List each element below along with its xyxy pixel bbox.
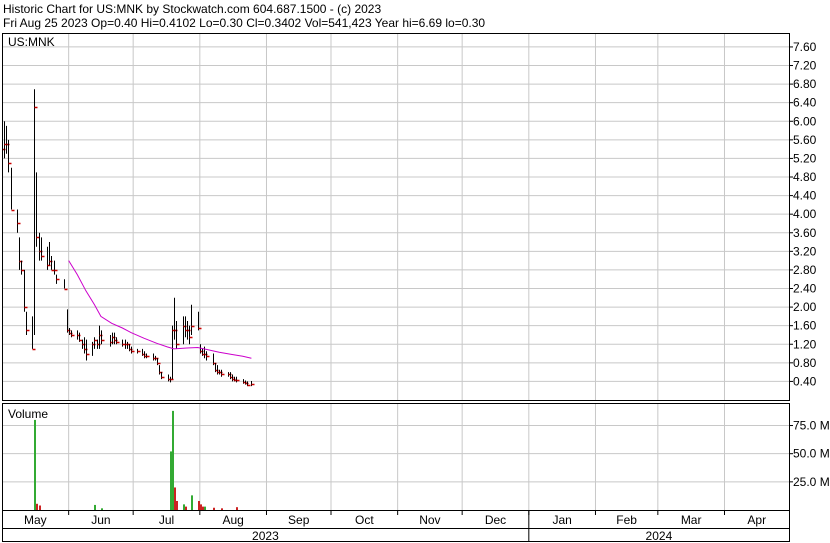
price-bars: [2, 89, 255, 387]
volume-tick-label: 75.0 M: [793, 419, 830, 433]
x-month-label: Nov: [419, 513, 440, 527]
volume-bar: [39, 505, 41, 510]
y-tick-label: 5.20: [793, 151, 817, 165]
y-tick-label: 2.40: [793, 282, 817, 296]
y-tick-label: 0.80: [793, 356, 817, 370]
x-month-label: Dec: [485, 513, 506, 527]
volume-bar: [204, 506, 206, 510]
volume-tick-label: 50.0 M: [793, 447, 830, 461]
y-tick-label: 4.80: [793, 170, 817, 184]
volume-panel-frame: [2, 403, 790, 511]
volume-bar: [172, 410, 174, 510]
volume-bar: [202, 506, 204, 510]
y-tick-label: 3.60: [793, 226, 817, 240]
x-year-label: 2024: [646, 529, 673, 543]
y-tick-label: 4.40: [793, 189, 817, 203]
volume-bar: [198, 500, 200, 510]
price-panel-title: US:MNK: [8, 35, 55, 49]
volume-bar: [174, 487, 176, 510]
volume-bar: [213, 507, 215, 510]
moving-average-line: [68, 260, 252, 359]
y-tick-label: 1.60: [793, 319, 817, 333]
volume-bar: [176, 500, 178, 510]
volume-bar: [94, 504, 96, 510]
volume-bar: [221, 508, 223, 510]
x-month-label: Apr: [747, 513, 766, 527]
y-tick-label: 0.40: [793, 374, 817, 388]
y-tick-label: 6.80: [793, 77, 817, 91]
x-month-label: Jan: [552, 513, 571, 527]
volume-bar: [36, 503, 38, 510]
volume-bar: [236, 507, 238, 510]
volume-bar: [183, 504, 185, 510]
y-tick-label: 2.00: [793, 300, 817, 314]
y-tick-label: 4.00: [793, 207, 817, 221]
volume-bar: [101, 508, 103, 510]
x-month-label: Oct: [355, 513, 374, 527]
stock-chart: 7.60 7.20 6.80 6.40 6.00 5.60 5.20 4.80 4.40 4.00…: [2, 33, 830, 543]
axes: 7.60 7.20 6.80 6.40 6.00 5.60 5.20 4.80 4.40 4.00…: [24, 40, 830, 543]
y-tick-label: 7.60: [793, 40, 817, 54]
volume-tick-label: 25.0 M: [793, 475, 830, 489]
y-tick-label: 1.20: [793, 337, 817, 351]
volume-bar: [191, 495, 193, 510]
moving-average: [68, 260, 252, 359]
price-panel-frame: [2, 33, 790, 401]
volume-bar: [200, 504, 202, 510]
y-tick-label: 6.00: [793, 114, 817, 128]
y-tick-label: 6.40: [793, 96, 817, 110]
frames: [2, 33, 790, 542]
volume-bar: [34, 419, 36, 510]
x-year-label: 2023: [252, 529, 279, 543]
y-tick-label: 2.80: [793, 263, 817, 277]
x-month-label: Jul: [159, 513, 174, 527]
x-month-label: Sep: [288, 513, 310, 527]
x-month-label: Mar: [681, 513, 702, 527]
x-month-label: Feb: [616, 513, 637, 527]
y-tick-label: 7.20: [793, 59, 817, 73]
y-tick-label: 5.60: [793, 133, 817, 147]
y-tick-label: 3.20: [793, 244, 817, 258]
x-month-label: May: [24, 513, 47, 527]
x-month-label: Jun: [91, 513, 110, 527]
x-month-label: Aug: [222, 513, 243, 527]
volume-bar: [185, 506, 187, 510]
volume-bar: [170, 451, 172, 510]
volume-panel-title: Volume: [8, 407, 48, 421]
grid: [2, 33, 789, 510]
